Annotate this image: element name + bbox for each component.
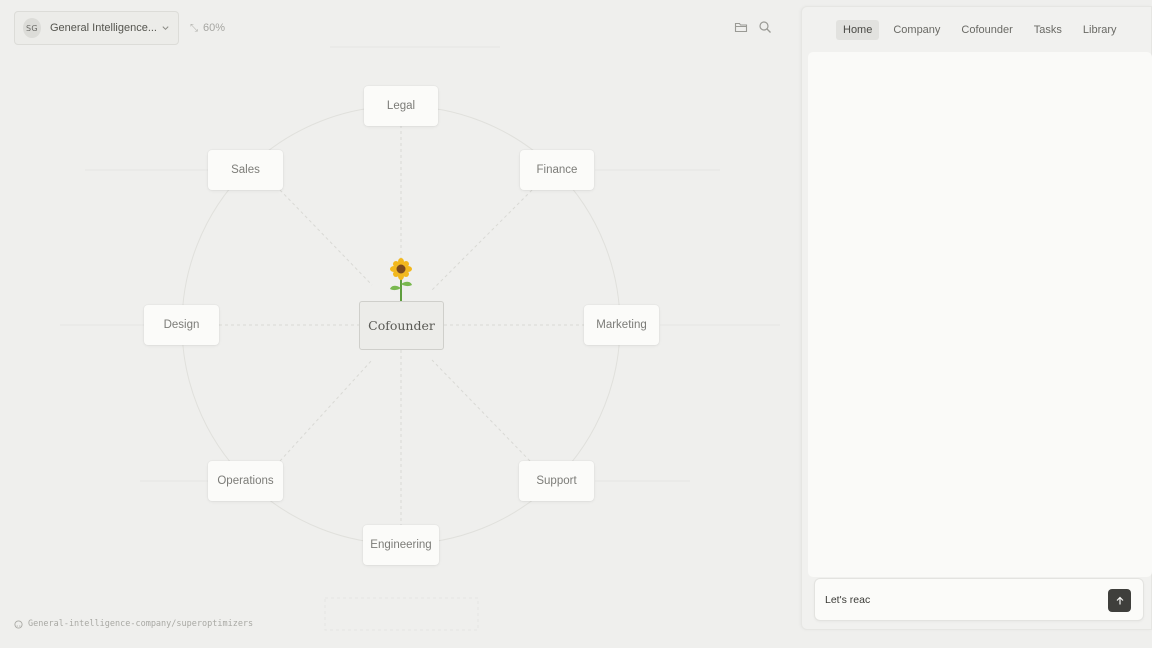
tab-library[interactable]: Library [1076, 20, 1124, 40]
company-avatar: SG [23, 18, 41, 38]
chat-input[interactable] [825, 591, 1095, 609]
side-panel: Home Company Cofounder Tasks Library [801, 6, 1152, 630]
search-icon[interactable] [758, 20, 772, 34]
folder-icon[interactable] [734, 20, 748, 34]
zoom-icon: ⤡ [190, 22, 198, 34]
node-finance[interactable]: Finance [520, 150, 594, 190]
company-switcher[interactable]: SG General Intelligence... [14, 11, 179, 45]
node-legal[interactable]: Legal [364, 86, 438, 126]
org-canvas[interactable]: SG General Intelligence... ⤡ 60% Legal F… [0, 0, 800, 648]
node-design[interactable]: Design [144, 305, 219, 345]
panel-content [808, 52, 1152, 577]
panel-tabs: Home Company Cofounder Tasks Library [836, 20, 1131, 40]
send-button[interactable] [1108, 589, 1131, 612]
tab-tasks[interactable]: Tasks [1027, 20, 1069, 40]
canvas-top-bar: SG General Intelligence... ⤡ 60% [14, 11, 225, 45]
tab-cofounder[interactable]: Cofounder [954, 20, 1019, 40]
zoom-control[interactable]: ⤡ 60% [190, 22, 225, 34]
github-icon [14, 619, 23, 629]
sunflower-icon [390, 258, 412, 301]
tab-home[interactable]: Home [836, 20, 880, 40]
node-operations[interactable]: Operations [208, 461, 283, 501]
node-support[interactable]: Support [519, 461, 594, 501]
company-name: General Intelligence... [49, 22, 157, 34]
repo-path[interactable]: General-intelligence-company/superoptimi… [14, 619, 253, 629]
zoom-level: 60% [203, 22, 226, 34]
arrow-up-icon [1116, 596, 1123, 604]
chevron-down-icon [162, 26, 169, 31]
node-engineering[interactable]: Engineering [363, 525, 439, 565]
tab-company[interactable]: Company [886, 20, 947, 40]
node-marketing[interactable]: Marketing [584, 305, 659, 345]
node-cofounder[interactable]: Cofounder [359, 301, 444, 350]
canvas-tools [734, 20, 772, 34]
node-sales[interactable]: Sales [208, 150, 283, 190]
chat-composer [814, 578, 1144, 621]
repo-path-text: General-intelligence-company/superoptimi… [28, 619, 254, 629]
